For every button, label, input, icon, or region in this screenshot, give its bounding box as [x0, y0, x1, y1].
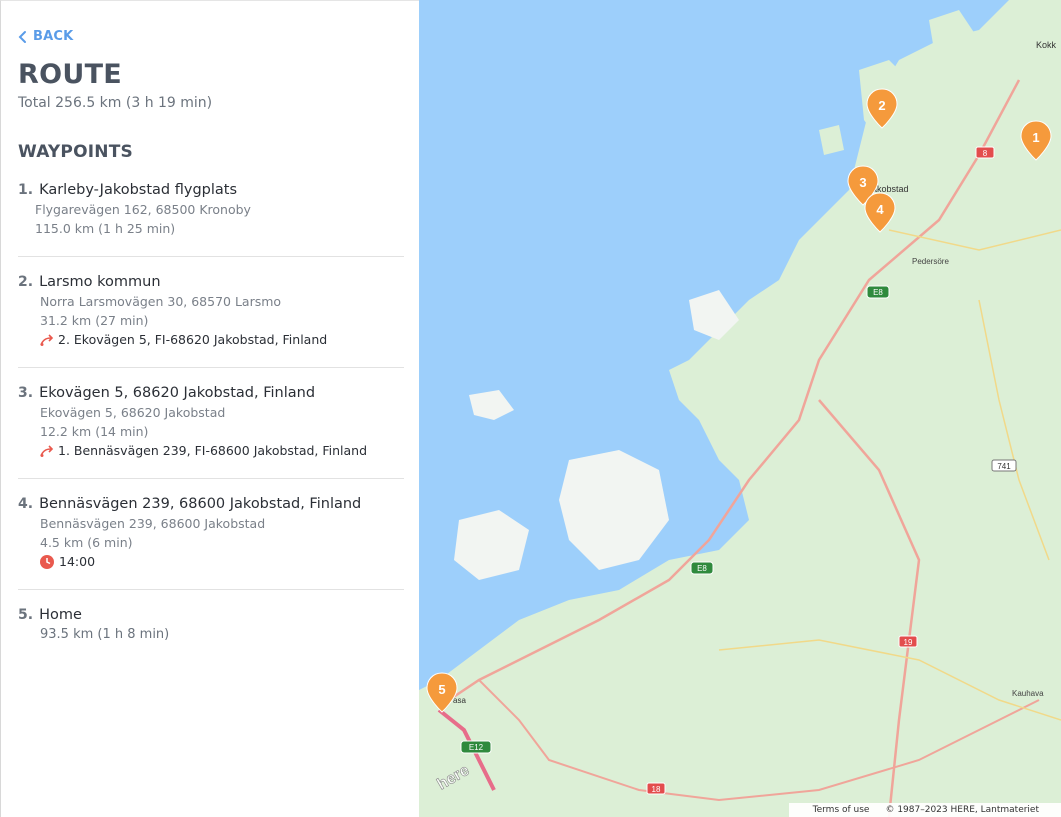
svg-text:19: 19 — [904, 638, 913, 647]
waypoint-address: Norra Larsmovägen 30, 68570 Larsmo — [40, 294, 282, 309]
back-label: BACK — [33, 29, 74, 44]
waypoint-name: Karleby-Jakobstad flygplats — [39, 182, 238, 198]
waypoint-distance: 115.0 km (1 h 25 min) — [35, 221, 176, 236]
clock-icon — [40, 554, 54, 569]
divider — [18, 367, 404, 368]
map-view[interactable]: 8 E8 E8 741 19 E12 18 Kokk akobstad Pede… — [419, 0, 1061, 817]
waypoint-distance: 4.5 km (6 min) — [40, 535, 133, 550]
waypoint-distance: 12.2 km (14 min) — [40, 424, 149, 439]
waypoint-link-label: 2. Ekovägen 5, FI-68620 Jakobstad, Finla… — [58, 332, 328, 347]
road-shield: E12 — [460, 740, 492, 754]
waypoint-item[interactable]: 2. Larsmo kommun Norra Larsmovägen 30, 68… — [18, 274, 404, 368]
map-copyright: © 1987–2023 HERE, Lantmateriet — [885, 805, 1039, 815]
waypoints-heading: WAYPOINTS — [18, 142, 133, 162]
map-attribution: Terms of use © 1987–2023 HERE, Lantmater… — [788, 803, 1061, 817]
waypoint-item[interactable]: 5. Home 93.5 km (1 h 8 min) — [18, 607, 404, 642]
waypoint-name: Bennäsvägen 239, 68600 Jakobstad, Finlan… — [39, 496, 362, 512]
svg-text:8: 8 — [983, 149, 988, 158]
page-title: ROUTE — [18, 59, 123, 90]
road-shield: 19 — [898, 635, 918, 648]
waypoint-number: 4. — [18, 496, 34, 512]
road-shield: 18 — [646, 782, 666, 795]
waypoint-link[interactable]: 2. Ekovägen 5, FI-68620 Jakobstad, Finla… — [18, 332, 404, 347]
svg-text:2: 2 — [878, 98, 885, 113]
waypoint-number: 3. — [18, 385, 34, 401]
waypoint-number: 1. — [18, 182, 34, 198]
waypoint-item[interactable]: 3. Ekovägen 5, 68620 Jakobstad, Finland E… — [18, 385, 404, 479]
svg-text:E12: E12 — [469, 743, 484, 752]
waypoint-link-label: 1. Bennäsvägen 239, FI-68600 Jakobstad, … — [58, 443, 368, 458]
chevron-left-icon — [18, 30, 26, 43]
place-label: asa — [453, 696, 466, 705]
road-shield: E8 — [690, 561, 714, 575]
divider — [18, 256, 404, 257]
waypoint-distance: 93.5 km (1 h 8 min) — [40, 627, 170, 642]
svg-text:18: 18 — [652, 785, 661, 794]
waypoint-address: Ekovägen 5, 68620 Jakobstad — [40, 405, 226, 420]
road-shield: 8 — [975, 146, 995, 159]
svg-text:1: 1 — [1032, 130, 1039, 145]
waypoint-number: 5. — [18, 607, 34, 623]
route-panel: BACK ROUTE Total 256.5 km (3 h 19 min) W… — [0, 0, 419, 817]
road-shield: 741 — [991, 459, 1017, 472]
waypoint-address: Bennäsvägen 239, 68600 Jakobstad — [40, 516, 266, 531]
route-arrow-icon — [40, 333, 54, 346]
waypoint-number: 2. — [18, 274, 34, 290]
divider — [18, 478, 404, 479]
svg-text:4: 4 — [876, 202, 884, 217]
waypoint-item[interactable]: 1. Karleby-Jakobstad flygplats Flygareväg… — [18, 182, 404, 257]
place-label: Pedersöre — [912, 257, 949, 266]
waypoint-address: Flygarevägen 162, 68500 Kronoby — [35, 202, 251, 217]
waypoint-link[interactable]: 1. Bennäsvägen 239, FI-68600 Jakobstad, … — [18, 443, 404, 458]
divider — [18, 589, 404, 590]
waypoint-name: Larsmo kommun — [39, 274, 161, 290]
svg-text:5: 5 — [438, 682, 445, 697]
waypoint-item[interactable]: 4. Bennäsvägen 239, 68600 Jakobstad, Finl… — [18, 496, 404, 590]
waypoint-time-label: 14:00 — [59, 554, 96, 569]
svg-text:741: 741 — [997, 462, 1011, 471]
place-label: Kauhava — [1012, 689, 1044, 698]
route-arrow-icon — [40, 444, 54, 457]
waypoint-time: 14:00 — [18, 554, 404, 569]
waypoint-name: Ekovägen 5, 68620 Jakobstad, Finland — [39, 385, 316, 401]
route-total: Total 256.5 km (3 h 19 min) — [18, 95, 213, 111]
map-canvas[interactable]: 8 E8 E8 741 19 E12 18 Kokk akobstad Pede… — [419, 0, 1061, 817]
back-button[interactable]: BACK — [18, 29, 73, 44]
svg-text:E8: E8 — [873, 288, 883, 297]
svg-text:3: 3 — [859, 175, 866, 190]
waypoint-distance: 31.2 km (27 min) — [40, 313, 149, 328]
waypoint-name: Home — [39, 607, 82, 623]
terms-of-use-link[interactable]: Terms of use — [813, 805, 870, 815]
svg-text:E8: E8 — [697, 564, 707, 573]
road-shield: E8 — [866, 285, 890, 299]
place-label: Kokk — [1036, 40, 1057, 50]
